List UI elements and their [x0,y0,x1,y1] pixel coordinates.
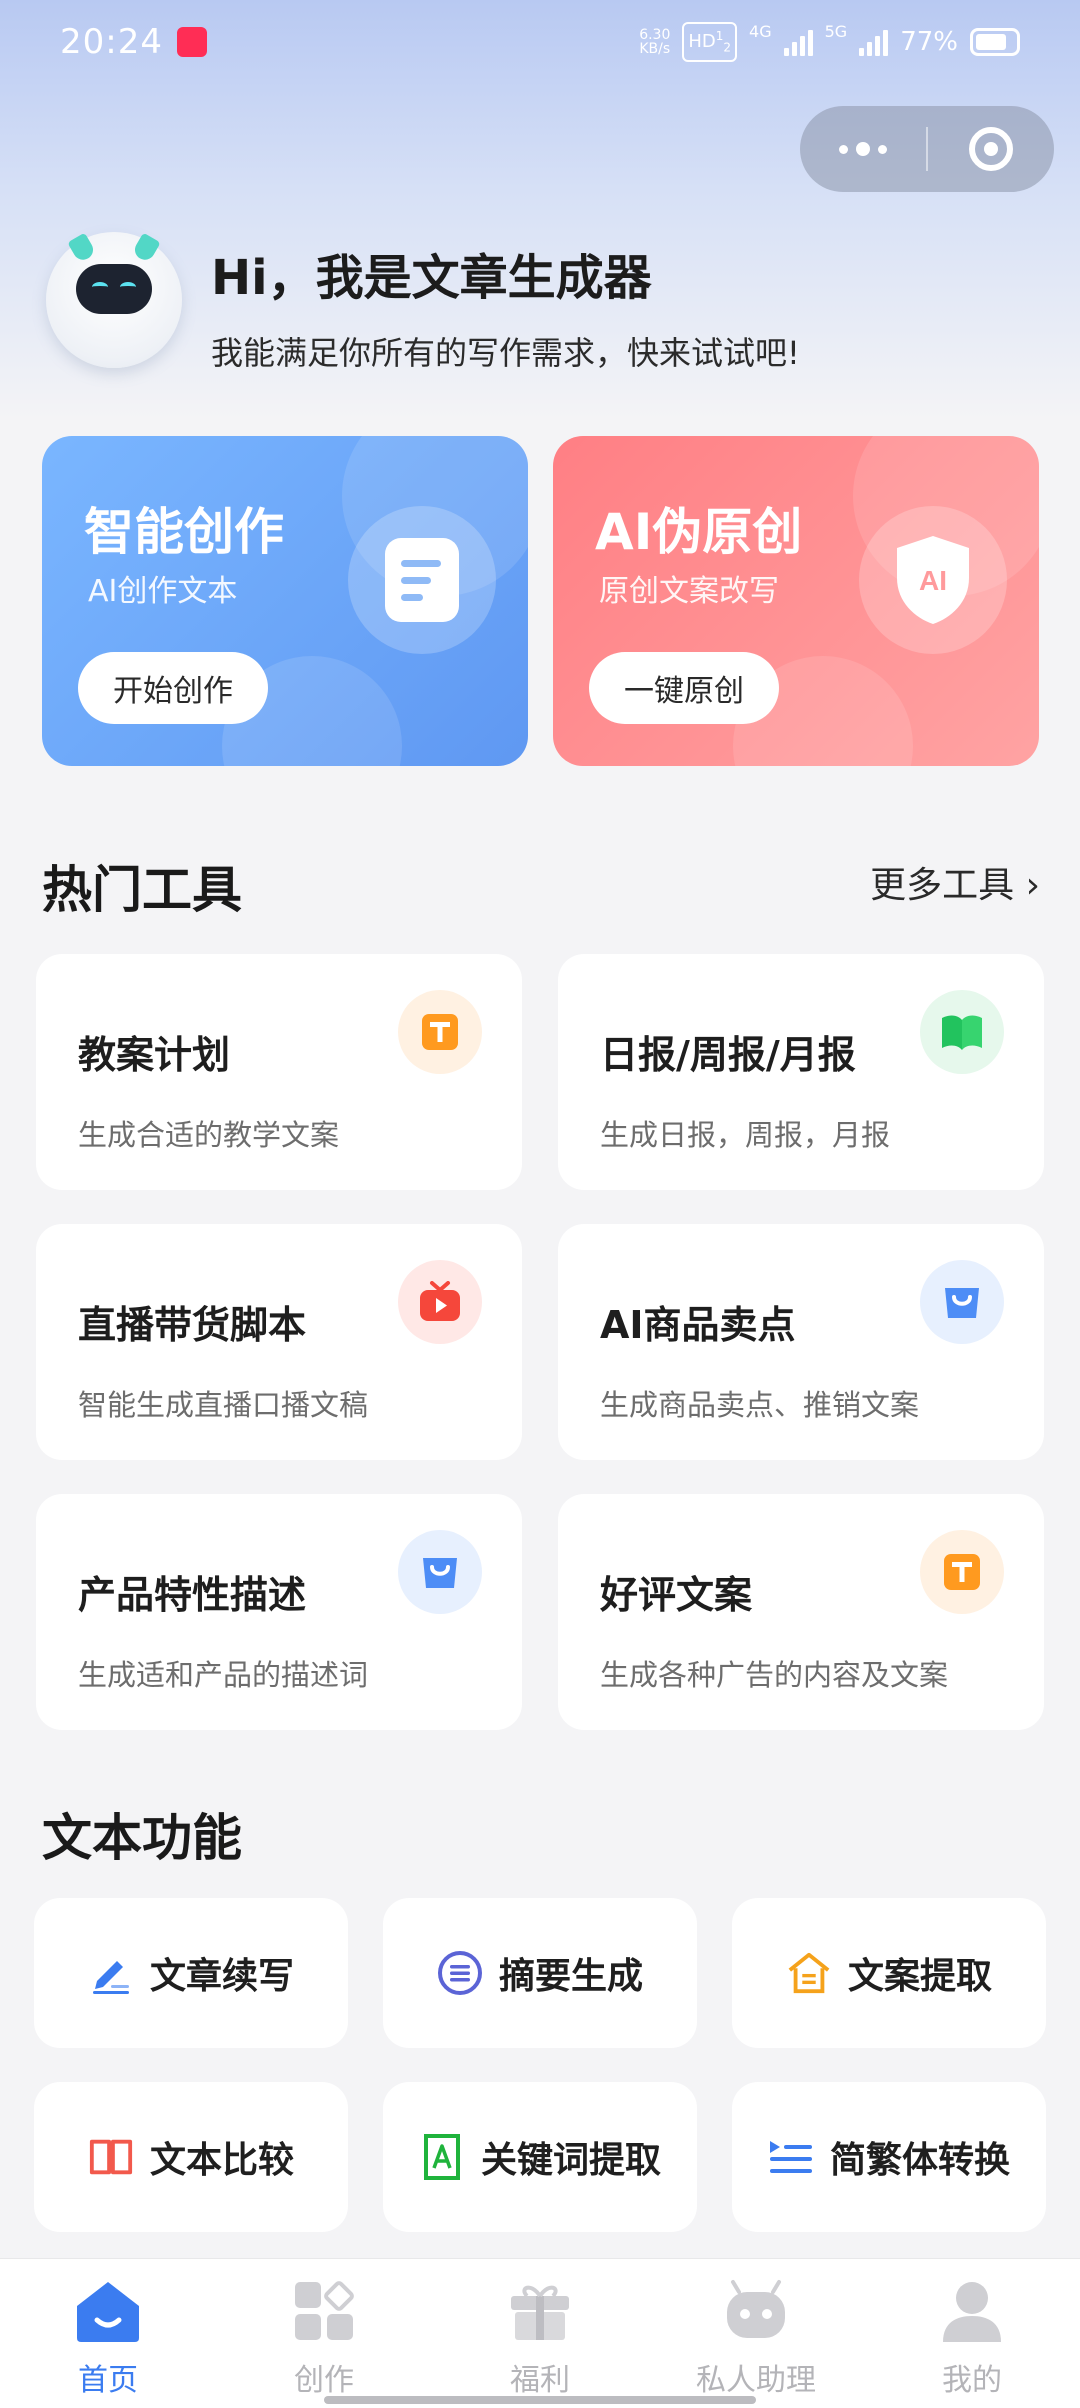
network-speed-value: 6.30 [639,27,671,43]
tool-card-selling-points[interactable]: AI商品卖点 生成商品卖点、推销文案 [558,1224,1044,1460]
summary-icon [437,1950,483,1996]
tab-label: 首页 [78,2363,138,2398]
func-article-continue[interactable]: 文章续写 [34,1898,348,2048]
feature-card-title: 智能创作 [84,503,284,561]
hot-tools-title: 热门工具 [42,861,242,919]
bottom-tab-bar: 首页 创作 福利 私人助理 我的 [0,2258,1080,2408]
home-indicator[interactable] [324,2396,756,2404]
svg-text:AI: AI [919,565,947,596]
tool-card-desc: 生成各种广告的内容及文案 [600,1658,949,1692]
tab-welfare[interactable]: 福利 [432,2259,648,2408]
tool-card-title: 好评文案 [600,1573,753,1617]
func-label: 文案提取 [847,1956,992,1997]
tab-label: 创作 [294,2363,354,2398]
sim2-label: 2 [723,40,732,55]
tool-card-live-script[interactable]: 直播带货脚本 智能生成直播口播文稿 [36,1224,522,1460]
more-tools-link[interactable]: 更多工具 › [870,856,1040,908]
tool-card-desc: 智能生成直播口播文稿 [78,1388,369,1422]
mini-program-capsule [800,106,1054,192]
func-label: 文本比较 [149,2140,294,2181]
tab-label: 私人助理 [696,2363,816,2398]
more-tools-label: 更多工具 [870,865,1015,906]
battery-percent: 77% [900,27,958,57]
func-label: 简繁体转换 [829,2140,1010,2181]
target-close-icon [969,127,1013,171]
tab-assistant[interactable]: 私人助理 [648,2259,864,2408]
tool-card-lesson-plan[interactable]: 教案计划 生成合适的教学文案 [36,954,522,1190]
one-click-original-button[interactable]: 一键原创 [589,652,779,724]
signal-icon [783,28,813,56]
profile-icon [936,2275,1008,2347]
home-icon [72,2275,144,2347]
tool-card-title: 日报/周报/月报 [600,1033,856,1077]
text-functions-title: 文本功能 [42,1809,242,1867]
tab-mine[interactable]: 我的 [864,2259,1080,2408]
status-indicators: 6.30 KB/s HD12 4G 5G 77% [639,22,1020,62]
tool-card-title: AI商品卖点 [600,1303,796,1347]
func-simp-trad-convert[interactable]: 简繁体转换 [732,2082,1046,2232]
tool-card-desc: 生成日报，周报，月报 [600,1118,891,1152]
text-t-icon [398,990,482,1074]
close-mini-program-button[interactable] [928,106,1054,192]
ai-rewrite-card[interactable]: AI伪原创 原创文案改写 一键原创 AI [553,436,1039,766]
more-options-icon[interactable] [800,106,926,192]
gift-icon [504,2275,576,2347]
tab-home[interactable]: 首页 [0,2259,216,2408]
shopping-bag-icon [920,1260,1004,1344]
document-icon [348,506,496,654]
tab-label: 福利 [510,2363,570,2398]
tool-card-title: 产品特性描述 [78,1573,307,1617]
tool-card-desc: 生成商品卖点、推销文案 [600,1388,920,1422]
list-convert-icon [768,2134,814,2180]
func-label: 摘要生成 [498,1956,643,1997]
battery-icon [970,28,1020,56]
tab-label: 我的 [942,2363,1002,2398]
text-t-icon [920,1530,1004,1614]
network-speed: 6.30 KB/s [639,28,670,56]
tool-card-desc: 生成适和产品的描述词 [78,1658,369,1692]
tool-card-title: 教案计划 [78,1033,231,1077]
func-summary[interactable]: 摘要生成 [383,1898,697,2048]
func-copy-extract[interactable]: 文案提取 [732,1898,1046,2048]
greeting-title: Hi，我是文章生成器 [211,250,652,306]
open-book-icon [88,2134,134,2180]
shield-ai-icon: AI [859,506,1007,654]
book-icon [920,990,1004,1074]
feature-card-title: AI伪原创 [595,503,803,561]
start-creation-button[interactable]: 开始创作 [78,652,268,724]
keyword-a-icon [419,2134,465,2180]
hd-voice-icon: HD12 [682,22,738,62]
smart-creation-card[interactable]: 智能创作 AI创作文本 开始创作 [42,436,528,766]
tv-play-icon [398,1260,482,1344]
tool-card-reports[interactable]: 日报/周报/月报 生成日报，周报，月报 [558,954,1044,1190]
tool-card-title: 直播带货脚本 [78,1303,307,1347]
greeting-subtitle: 我能满足你所有的写作需求，快来试试吧! [211,334,800,372]
pen-write-icon [88,1950,134,1996]
home-text-icon [786,1950,832,1996]
chevron-right-icon: › [1025,865,1040,906]
status-bar: 20:24 6.30 KB/s HD12 4G 5G 77% [0,0,1080,84]
status-time: 20:24 [60,22,163,62]
feature-card-subtitle: 原创文案改写 [599,574,779,609]
robot-avatar [46,232,182,368]
tool-card-good-review[interactable]: 好评文案 生成各种广告的内容及文案 [558,1494,1044,1730]
network-type-1: 4G [749,22,772,42]
app-notification-icon [176,27,207,57]
tab-create[interactable]: 创作 [216,2259,432,2408]
func-label: 文章续写 [149,1956,294,1997]
shopping-bag-icon [398,1530,482,1614]
network-speed-unit: KB/s [639,41,671,57]
tool-card-product-features[interactable]: 产品特性描述 生成适和产品的描述词 [36,1494,522,1730]
signal-icon-2 [859,28,889,56]
func-keyword-extract[interactable]: 关键词提取 [383,2082,697,2232]
robot-icon [720,2275,792,2347]
hd-label: HD [688,31,716,53]
feature-card-subtitle: AI创作文本 [88,574,238,609]
create-grid-icon [288,2275,360,2347]
func-text-compare[interactable]: 文本比较 [34,2082,348,2232]
network-type-2: 5G [824,22,848,42]
tool-card-desc: 生成合适的教学文案 [78,1118,340,1152]
func-label: 关键词提取 [480,2140,661,2181]
